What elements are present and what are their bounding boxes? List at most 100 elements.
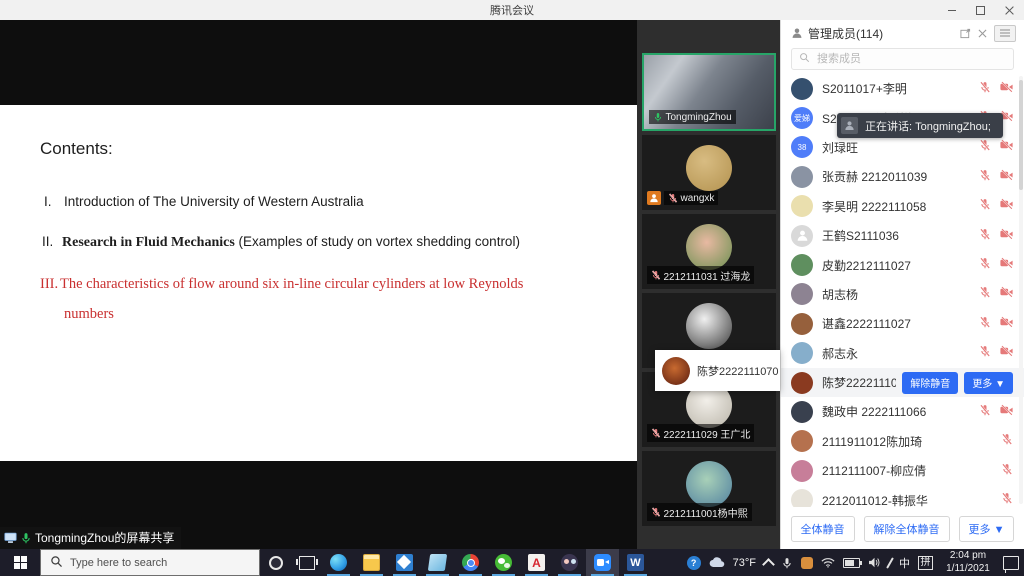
slide-item-2: II.Research in Fluid Mechanics (Examples… [42, 234, 520, 251]
member-row[interactable]: 谌鑫2222111027 [781, 309, 1024, 338]
action-center-button[interactable] [1003, 556, 1019, 570]
acrobat-taskbar-button[interactable] [520, 549, 553, 576]
member-row[interactable]: 2112111007-柳应倩 [781, 456, 1024, 485]
pen-icon[interactable] [889, 557, 891, 569]
mic-muted-icon [651, 507, 661, 517]
qq-taskbar-button[interactable] [553, 549, 586, 576]
meeting-main: Contents: I.Introduction of The Universi… [0, 20, 1024, 549]
camera-off-icon [1000, 197, 1013, 215]
presentation-slide: Contents: I.Introduction of The Universi… [0, 105, 637, 461]
slide-item-2-bold: Research in Fluid Mechanics [62, 235, 235, 250]
clock-date: 1/11/2021 [941, 563, 995, 576]
edge-icon [330, 554, 347, 571]
member-status-icons [979, 403, 1013, 421]
minimize-button[interactable] [937, 0, 966, 20]
photos-taskbar-button[interactable] [421, 549, 454, 576]
unmute-all-button[interactable]: 解除全体静音 [864, 516, 950, 542]
word-icon [627, 554, 644, 571]
mic-muted-icon [651, 428, 661, 438]
window-titlebar: 腾讯会议 [0, 0, 1024, 20]
temperature-label: 73°F [733, 557, 756, 569]
orange-app-icon [801, 557, 813, 569]
wifi-icon[interactable] [821, 557, 835, 568]
member-row[interactable]: 陈梦2222111070解除静音更多 ▼ [781, 368, 1024, 397]
slide-item-3-num: III. [40, 276, 60, 293]
edge-taskbar-button[interactable] [322, 549, 355, 576]
mic-on-icon [653, 112, 663, 122]
close-button[interactable] [995, 0, 1024, 20]
battery-icon[interactable] [843, 558, 860, 568]
pen-glyph [886, 557, 894, 568]
member-name: 皮勤2212111027 [822, 257, 973, 274]
video-tile[interactable]: TongmingZhou [642, 53, 776, 131]
taskbar-search[interactable]: Type here to search [40, 549, 260, 576]
member-row[interactable]: 李昊明 2222111058 [781, 192, 1024, 221]
mail-icon [396, 554, 413, 571]
help-button[interactable] [687, 556, 701, 570]
mic-muted-icon [979, 403, 991, 421]
member-status-icons [979, 315, 1013, 333]
member-row[interactable]: 郝志永 [781, 339, 1024, 368]
slide-item-1: I.Introduction of The University of West… [44, 194, 364, 209]
tile-name-label: 2212111031 过海龙 [647, 266, 755, 284]
member-row[interactable]: S2011017+李明 [781, 74, 1024, 103]
chrome-taskbar-button[interactable] [454, 549, 487, 576]
explorer-icon [363, 554, 380, 571]
weather-widget[interactable] [709, 557, 725, 568]
word-taskbar-button[interactable] [619, 549, 652, 576]
tray-expand-button[interactable] [764, 557, 773, 569]
participant-name: wangxk [681, 193, 715, 204]
mic-muted-icon [979, 80, 991, 98]
footer-more-button[interactable]: 更多 ▼ [959, 516, 1015, 542]
video-tile[interactable]: 2212111001杨中熙 [642, 451, 776, 526]
participant-avatar [686, 145, 732, 191]
ime-mode-button[interactable]: 拼 [918, 556, 933, 570]
volume-icon[interactable] [868, 557, 881, 568]
help-icon [687, 556, 701, 570]
mute-all-button[interactable]: 全体静音 [791, 516, 855, 542]
action-center-icon [1003, 556, 1019, 570]
cortana-button[interactable] [260, 549, 291, 576]
scrollbar-thumb[interactable] [1019, 80, 1023, 190]
member-row[interactable]: 胡志杨 [781, 280, 1024, 309]
member-status-icons [979, 138, 1013, 156]
member-panel-footer: 全体静音 解除全体静音 更多 ▼ [781, 509, 1024, 549]
microphone-tray-icon[interactable] [781, 557, 793, 569]
member-row[interactable]: 2111911012陈加琦 [781, 427, 1024, 456]
mic-on-icon [20, 532, 32, 544]
mail-taskbar-button[interactable] [388, 549, 421, 576]
slide-item-1-num: I. [44, 194, 64, 209]
member-search-input[interactable] [815, 52, 989, 66]
explorer-taskbar-button[interactable] [355, 549, 388, 576]
taskbar-apps [322, 549, 652, 576]
ime-language-button[interactable]: 中 [899, 555, 910, 571]
member-search-box[interactable] [791, 48, 1014, 70]
member-row[interactable]: 王鹤S2111036 [781, 221, 1024, 250]
wechat-taskbar-button[interactable] [487, 549, 520, 576]
panel-scrollbar[interactable] [1019, 76, 1023, 504]
task-view-button[interactable] [291, 549, 322, 576]
member-more-button[interactable]: 更多 ▼ [964, 372, 1013, 394]
tray-app-icon[interactable] [801, 557, 813, 569]
panel-menu-button[interactable] [994, 25, 1016, 42]
chevron-up-icon [762, 558, 775, 571]
start-button[interactable] [0, 549, 40, 576]
popout-icon[interactable] [960, 28, 971, 39]
panel-header-icons [960, 25, 1016, 42]
member-row[interactable]: 2212011012-韩振华 [781, 485, 1024, 507]
panel-close-icon[interactable] [978, 29, 987, 38]
unmute-member-button[interactable]: 解除静音 [902, 372, 958, 394]
camera-off-icon [1000, 403, 1013, 421]
restore-button[interactable] [966, 0, 995, 20]
member-row[interactable]: 张贡赫 2212011039 [781, 162, 1024, 191]
participant-name: 2222111029 王广北 [664, 426, 751, 441]
member-row[interactable]: 皮勤2212111027 [781, 250, 1024, 279]
windows-logo-icon [14, 556, 27, 569]
meeting-taskbar-button[interactable] [586, 549, 619, 576]
video-tile[interactable]: 2212111031 过海龙 [642, 214, 776, 289]
member-row[interactable]: 魏政申 2222111066 [781, 397, 1024, 426]
clock[interactable]: 2:04 pm 1/11/2021 [941, 550, 995, 575]
member-avatar [791, 78, 813, 100]
video-tile[interactable]: wangxk [642, 135, 776, 210]
member-status-icons [1001, 462, 1013, 480]
